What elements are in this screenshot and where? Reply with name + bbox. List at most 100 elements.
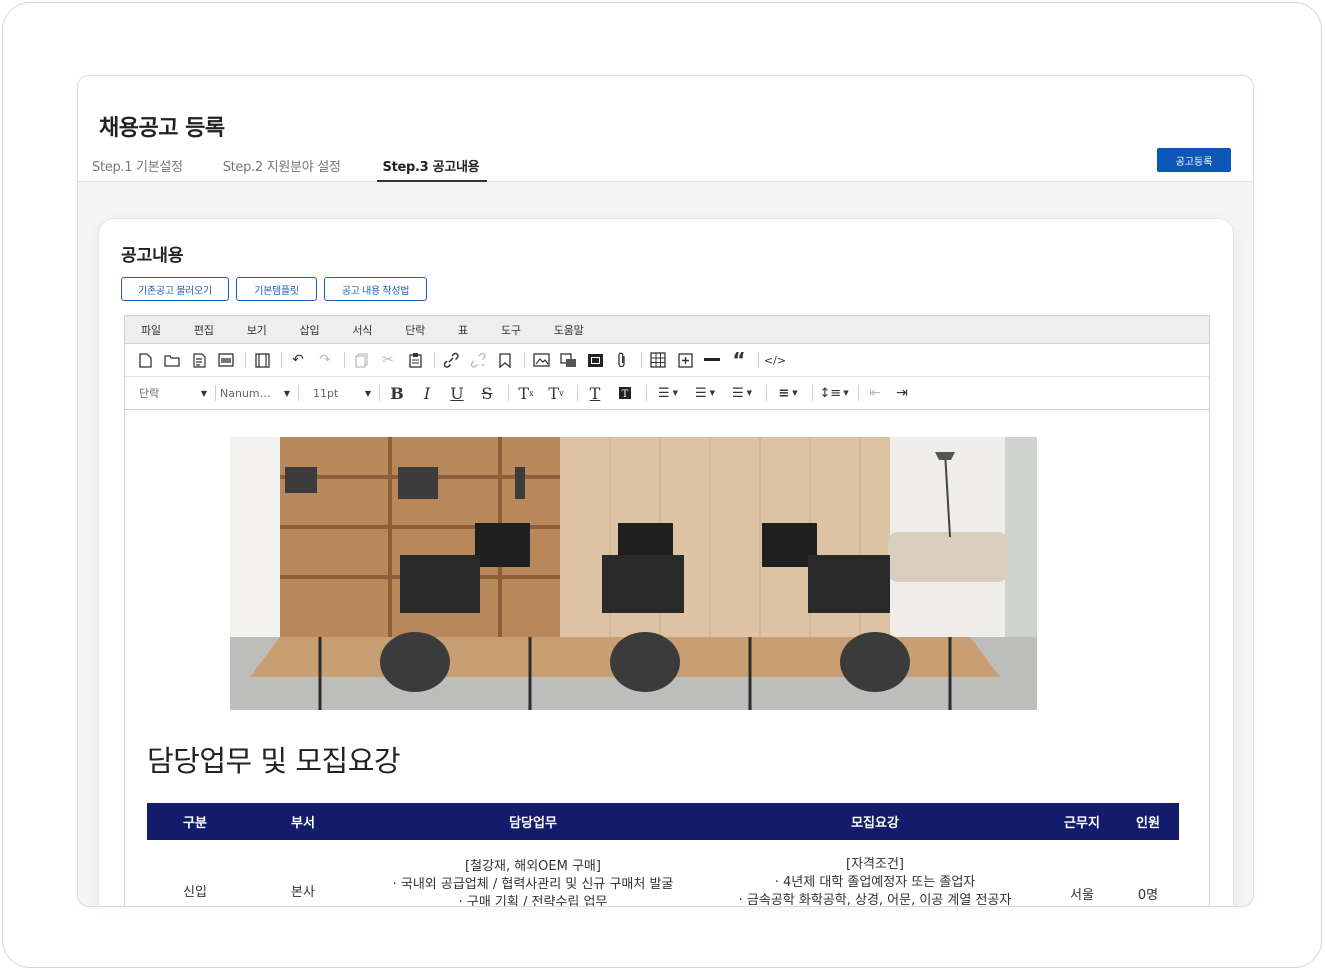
editor-content[interactable]: 담당업무 및 모집요강 구분 부서 담당업무 모집요강 근무지 인원 신입 본사… — [125, 410, 1209, 907]
paste-icon[interactable] — [403, 349, 427, 371]
align-left-icon[interactable]: ≡ ▼ — [771, 382, 805, 404]
tab-step-3[interactable]: Step.3 공고내용 — [376, 154, 488, 182]
bookmark-icon[interactable] — [493, 349, 517, 371]
card-tool-buttons: 기존공고 불러오기 기본템플릿 공고 내용 작성법 — [121, 277, 427, 301]
toolbar-separator — [434, 352, 435, 368]
menu-tools[interactable]: 도구 — [501, 322, 521, 338]
insert-icon[interactable] — [673, 349, 697, 371]
menu-paragraph[interactable]: 단락 — [405, 322, 425, 338]
page-header: 채용공고 등록 Step.1 기본설정 Step.2 지원분야 설정 Step.… — [78, 76, 1253, 182]
toolbar-separator — [215, 385, 216, 401]
open-folder-icon[interactable] — [160, 349, 184, 371]
register-button[interactable]: 공고등록 — [1157, 148, 1231, 172]
link-icon[interactable] — [439, 349, 463, 371]
background-color-icon[interactable]: T — [612, 382, 638, 404]
tab-step-2[interactable]: Step.2 지원분야 설정 — [223, 154, 341, 182]
cell-duties: [철강재, 해외OEM 구매] · 국내외 공급업체 / 협력사관리 및 신규 … — [363, 840, 703, 907]
toolbar-separator — [508, 385, 509, 401]
basic-template-button[interactable]: 기본템플릿 — [236, 277, 317, 301]
copy-icon[interactable] — [349, 349, 373, 371]
cell-requirements: [자격조건] · 4년제 대학 졸업예정자 또는 졸업자 · 금속공학 화학공학… — [703, 840, 1047, 906]
toolbar-separator — [758, 352, 759, 368]
table-icon[interactable] — [646, 349, 670, 371]
step-tabs: Step.1 기본설정 Step.2 지원분야 설정 Step.3 공고내용 — [92, 154, 527, 182]
job-table: 구분 부서 담당업무 모집요강 근무지 인원 신입 본사 [철강재, 해외OEM… — [147, 803, 1179, 907]
media-icon[interactable] — [556, 349, 580, 371]
cut-icon[interactable]: ✂ — [376, 349, 400, 371]
horizontal-rule-icon[interactable] — [700, 349, 724, 371]
unlink-icon[interactable] — [466, 349, 490, 371]
col-header-type: 구분 — [147, 803, 243, 840]
list-style-icon[interactable]: ☰ ▼ — [725, 382, 759, 404]
video-icon[interactable] — [583, 349, 607, 371]
bullet-list-icon[interactable]: ☰ ▼ — [651, 382, 685, 404]
blockquote-icon[interactable]: “ — [727, 348, 751, 372]
caret-down-icon: ▼ — [200, 388, 207, 398]
menu-insert[interactable]: 삽입 — [300, 322, 320, 338]
duties-line: · 국내외 공급업체 / 협력사관리 및 신규 구매처 발굴 — [392, 877, 674, 892]
section-heading: 담당업무 및 모집요강 — [147, 744, 401, 778]
toolbar-separator — [812, 385, 813, 401]
menu-help[interactable]: 도움말 — [554, 322, 584, 338]
editor-menubar: 파일 편집 보기 삽입 서식 단락 표 도구 도움말 — [125, 316, 1209, 344]
editor-toolbar-primary: ↶ ↷ ✂ “ </> — [125, 344, 1209, 377]
table-header-row: 구분 부서 담당업무 모집요강 근무지 인원 — [147, 803, 1179, 840]
block-format-select[interactable]: 단락 ▼ — [139, 385, 207, 401]
underline-icon[interactable]: U — [444, 382, 470, 404]
indent-icon[interactable]: ⇥ — [890, 382, 914, 404]
cell-dept: 본사 — [291, 885, 315, 900]
col-header-duties: 담당업무 — [363, 803, 703, 840]
attachment-icon[interactable] — [610, 349, 634, 371]
toolbar-separator — [344, 352, 345, 368]
outdent-icon[interactable]: ⇤ — [863, 382, 887, 404]
toolbar-separator — [298, 385, 299, 401]
col-header-count: 인원 — [1117, 803, 1179, 840]
toolbar-separator — [766, 385, 767, 401]
font-family-value: Nanum… — [220, 386, 271, 400]
undo-icon[interactable]: ↶ — [286, 349, 310, 371]
content-card: 공고내용 기존공고 불러오기 기본템플릿 공고 내용 작성법 파일 편집 보기 … — [98, 218, 1234, 907]
app-window: 채용공고 등록 Step.1 기본설정 Step.2 지원분야 설정 Step.… — [77, 75, 1254, 907]
fullscreen-icon[interactable] — [250, 349, 274, 371]
load-existing-posting-button[interactable]: 기존공고 불러오기 — [121, 277, 229, 301]
preview-icon[interactable] — [214, 349, 238, 371]
font-family-select[interactable]: Nanum… ▼ — [220, 387, 290, 400]
toolbar-separator — [281, 352, 282, 368]
new-document-icon[interactable] — [133, 349, 157, 371]
text-color-icon[interactable]: T — [582, 382, 608, 404]
menu-file[interactable]: 파일 — [141, 322, 161, 338]
office-photo — [230, 437, 1037, 710]
page-title: 채용공고 등록 — [99, 116, 225, 141]
font-size-select[interactable]: 11pt ▼ — [303, 387, 371, 400]
col-header-requirements: 모집요강 — [703, 803, 1047, 840]
screen-frame: 채용공고 등록 Step.1 기본설정 Step.2 지원분야 설정 Step.… — [2, 2, 1322, 968]
cell-type: 신입 — [183, 885, 207, 900]
numbered-list-icon[interactable]: ☰ ▼ — [688, 382, 722, 404]
col-header-dept: 부서 — [243, 803, 363, 840]
menu-view[interactable]: 보기 — [247, 322, 267, 338]
superscript-icon[interactable]: Tx — [513, 382, 539, 404]
duties-line: · 구매 기획 / 전략수립 업무 — [458, 895, 608, 907]
rich-text-editor: 파일 편집 보기 삽입 서식 단락 표 도구 도움말 ↶ ↷ ✂ “ </> 단… — [124, 315, 1210, 907]
line-height-icon[interactable]: ↕≡ ▼ — [817, 382, 851, 404]
tab-step-1[interactable]: Step.1 기본설정 — [92, 154, 183, 182]
writing-guide-button[interactable]: 공고 내용 작성법 — [324, 277, 427, 301]
toolbar-separator — [245, 352, 246, 368]
block-format-value: 단락 — [139, 387, 160, 400]
cell-location: 서울 — [1070, 888, 1094, 903]
strikethrough-icon[interactable]: S — [474, 382, 500, 404]
italic-icon[interactable]: I — [414, 382, 440, 404]
redo-icon[interactable]: ↷ — [313, 349, 337, 371]
toolbar-separator — [858, 385, 859, 401]
bold-icon[interactable]: B — [384, 382, 410, 404]
requirements-line: [자격조건] — [846, 857, 904, 872]
template-icon[interactable] — [187, 349, 211, 371]
image-icon[interactable] — [529, 349, 553, 371]
toolbar-separator — [524, 352, 525, 368]
menu-table[interactable]: 표 — [458, 322, 468, 338]
toolbar-separator — [641, 352, 642, 368]
menu-edit[interactable]: 편집 — [194, 322, 214, 338]
code-icon[interactable]: </> — [763, 349, 787, 371]
menu-format[interactable]: 서식 — [352, 322, 372, 338]
subscript-icon[interactable]: Tv — [543, 382, 569, 404]
